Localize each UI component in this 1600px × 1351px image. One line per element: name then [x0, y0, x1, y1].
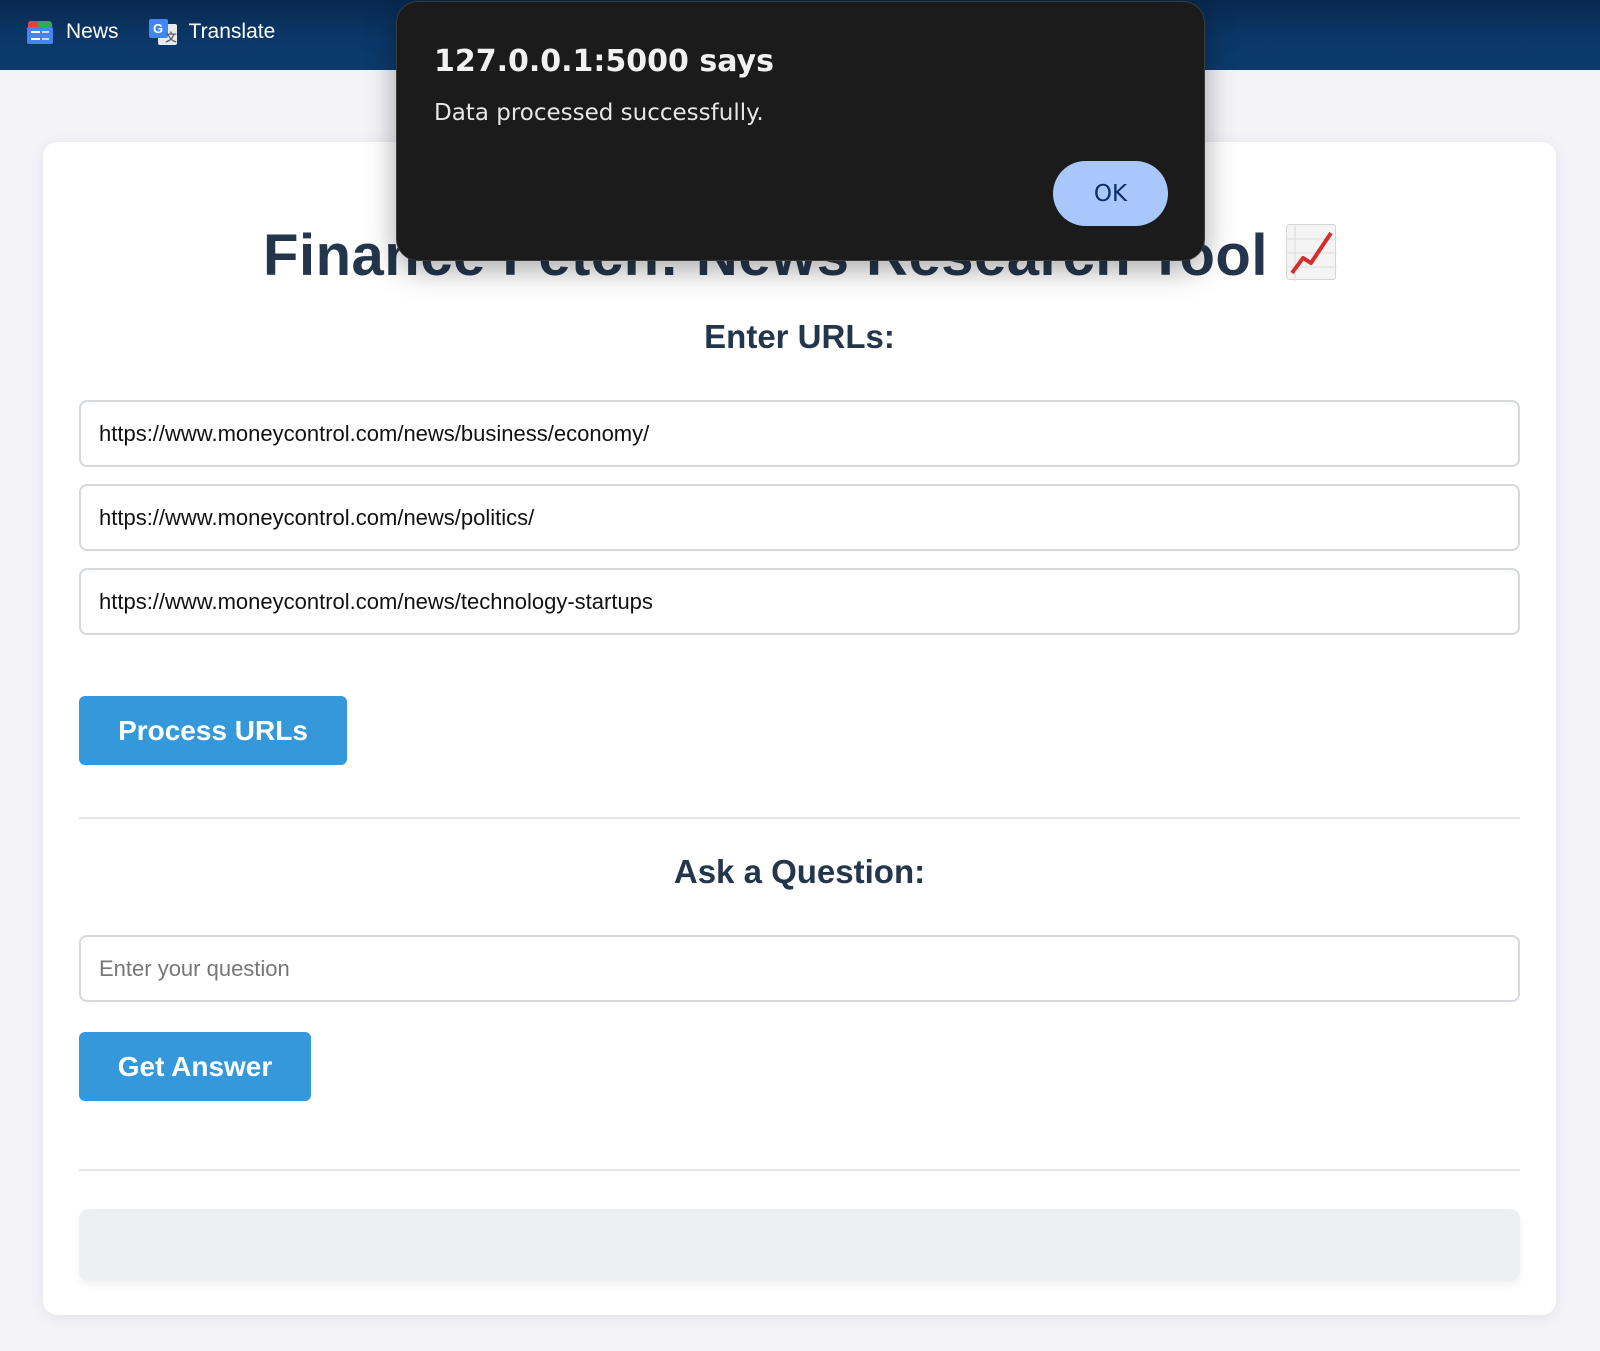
question-heading: Ask a Question: [673, 853, 926, 890]
alert-title: 127.0.0.1:5000 says [434, 44, 774, 79]
url-input-1[interactable] [79, 400, 1520, 467]
alert-message: Data processed successfully. [434, 100, 764, 126]
answer-result-box [79, 1209, 1520, 1281]
google-translate-icon: G文 [148, 18, 177, 46]
bookmark-translate[interactable]: G文 Translate [148, 18, 276, 46]
bookmark-news-label: News [66, 20, 119, 43]
main-card: Finance Fetch: News Research Tool Enter … [43, 142, 1556, 1315]
url-input-3[interactable] [79, 568, 1520, 635]
divider [79, 817, 1520, 819]
process-urls-button[interactable]: Process URLs [79, 696, 347, 765]
chart-increasing-icon [1285, 224, 1337, 281]
alert-ok-button[interactable]: OK [1053, 161, 1168, 226]
url-input-2[interactable] [79, 484, 1520, 551]
urls-heading: Enter URLs: [704, 318, 895, 355]
google-news-icon [26, 18, 54, 46]
bookmark-translate-label: Translate [188, 20, 276, 43]
divider [79, 1169, 1520, 1171]
question-input[interactable] [79, 935, 1520, 1002]
bookmark-news[interactable]: News [26, 18, 119, 46]
get-answer-button[interactable]: Get Answer [79, 1032, 311, 1101]
alert-dialog: 127.0.0.1:5000 says Data processed succe… [396, 1, 1205, 261]
